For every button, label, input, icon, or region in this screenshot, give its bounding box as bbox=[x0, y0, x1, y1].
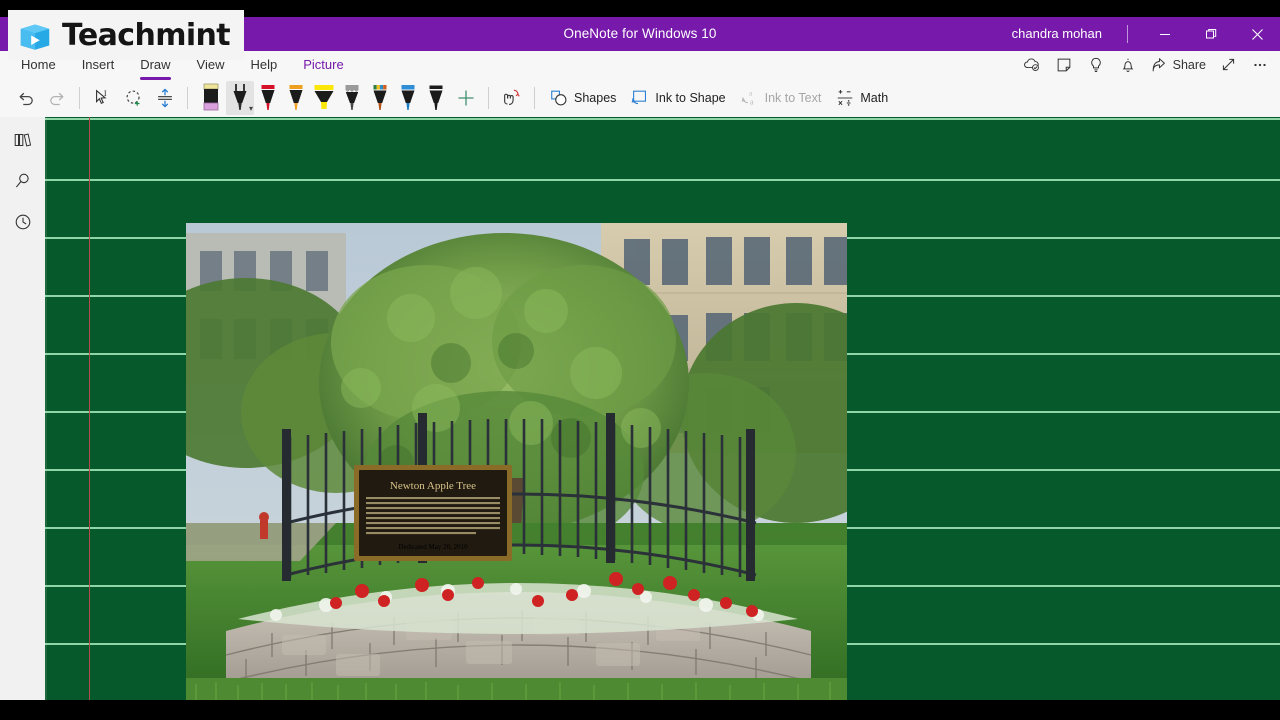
pen-icon bbox=[373, 84, 387, 110]
eraser-tool[interactable] bbox=[195, 81, 226, 115]
sticky-note-icon bbox=[1057, 58, 1070, 71]
account-name[interactable]: chandra mohan bbox=[1012, 17, 1102, 51]
teachmint-branding: Teachmint bbox=[8, 10, 244, 60]
ink-to-text-icon: a a bbox=[741, 90, 754, 106]
pencil-icon bbox=[345, 84, 359, 110]
ink-to-shape-label: Ink to Shape bbox=[655, 90, 726, 105]
tell-me-button[interactable] bbox=[1080, 51, 1112, 78]
redo-icon bbox=[49, 92, 63, 105]
sync-status-button[interactable] bbox=[1016, 51, 1048, 78]
toolbar-divider-2 bbox=[187, 86, 188, 109]
redo-button[interactable] bbox=[41, 81, 72, 115]
add-pen-button[interactable] bbox=[450, 81, 481, 115]
insert-space-button[interactable] bbox=[149, 81, 180, 115]
pen-icon bbox=[429, 85, 443, 110]
lasso-select-button[interactable] bbox=[118, 81, 149, 115]
search-icon bbox=[15, 173, 29, 187]
ink-to-shape-icon bbox=[632, 90, 647, 104]
sidebar-item-notebooks[interactable] bbox=[0, 119, 45, 160]
pen-icon bbox=[261, 84, 275, 110]
maximize-button[interactable] bbox=[1188, 17, 1234, 51]
expand-arrow-icon bbox=[1222, 58, 1234, 71]
ink-to-text-button[interactable]: a a Ink to Text bbox=[733, 81, 829, 115]
close-icon bbox=[1251, 28, 1263, 40]
pen-red[interactable] bbox=[254, 81, 282, 115]
sidebar-item-recent[interactable] bbox=[0, 201, 45, 242]
full-page-view-button[interactable] bbox=[1212, 51, 1244, 78]
pen-selected-black[interactable]: ▾ bbox=[226, 80, 254, 115]
restore-icon bbox=[1206, 29, 1217, 39]
sticky-notes-button[interactable] bbox=[1048, 51, 1080, 78]
plaque-title: Newton Apple Tree bbox=[390, 480, 476, 492]
math-label: Math bbox=[860, 90, 889, 105]
ink-to-shape-button[interactable]: Ink to Shape bbox=[623, 81, 732, 115]
tab-picture[interactable]: Picture bbox=[290, 51, 356, 78]
newton-apple-tree-photo[interactable]: Newton Apple Tree Dedicated May 20, 2010 bbox=[186, 223, 847, 700]
minimize-button[interactable] bbox=[1142, 17, 1188, 51]
svg-text:a: a bbox=[749, 90, 752, 97]
pen-icon bbox=[401, 84, 415, 110]
photo-artwork: Newton Apple Tree Dedicated May 20, 2010 bbox=[186, 223, 847, 700]
pen-rainbow[interactable] bbox=[366, 81, 394, 115]
sidebar-item-search[interactable] bbox=[0, 160, 45, 201]
ribbon: Home Insert Draw View Help Picture Share… bbox=[0, 51, 1280, 117]
insert-space-icon bbox=[157, 88, 172, 107]
notebooks-icon bbox=[14, 133, 31, 146]
ribbon-right-actions: Share bbox=[1016, 51, 1276, 78]
ink-to-text-label: Ink to Text bbox=[764, 90, 822, 105]
note-page-canvas[interactable]: Newton Apple Tree Dedicated May 20, 2010 bbox=[45, 117, 1280, 700]
undo-icon bbox=[19, 92, 33, 105]
app-window: OneNote for Windows 10 chandra mohan Tea… bbox=[0, 0, 1280, 720]
lightbulb-icon bbox=[1090, 57, 1101, 72]
shapes-icon bbox=[551, 90, 567, 105]
shapes-button[interactable]: Shapes bbox=[542, 81, 623, 115]
more-options-icon bbox=[1254, 63, 1266, 66]
letterbox-bottom bbox=[0, 700, 1280, 720]
title-divider bbox=[1127, 25, 1128, 43]
math-button[interactable]: Math bbox=[828, 81, 895, 115]
toolbar-divider-3 bbox=[488, 86, 489, 109]
eraser-icon bbox=[203, 83, 218, 110]
toolbar-divider-4 bbox=[534, 86, 535, 109]
share-label: Share bbox=[1172, 57, 1206, 72]
pen-black[interactable] bbox=[422, 81, 450, 115]
tab-help[interactable]: Help bbox=[238, 51, 291, 78]
math-icon bbox=[838, 89, 853, 106]
lasso-select-icon bbox=[126, 90, 140, 106]
chevron-down-icon[interactable]: ▾ bbox=[249, 104, 253, 113]
ink-replay-icon bbox=[503, 89, 520, 105]
plus-icon bbox=[458, 90, 473, 105]
highlighter-icon bbox=[314, 84, 334, 109]
share-button[interactable]: Share bbox=[1144, 51, 1212, 78]
share-icon bbox=[1152, 57, 1165, 71]
margin-line bbox=[89, 117, 90, 700]
svg-text:a: a bbox=[750, 97, 754, 106]
navigation-rail bbox=[0, 117, 45, 700]
pencil-grey[interactable] bbox=[338, 81, 366, 115]
select-objects-button[interactable]: I bbox=[87, 81, 118, 115]
shapes-label: Shapes bbox=[574, 90, 617, 105]
toolbar-divider bbox=[79, 86, 80, 109]
pen-blue[interactable] bbox=[394, 81, 422, 115]
plaque-footer: Dedicated May 20, 2010 bbox=[398, 543, 468, 551]
close-button[interactable] bbox=[1234, 17, 1280, 51]
clock-icon bbox=[15, 214, 30, 229]
more-options-button[interactable] bbox=[1244, 51, 1276, 78]
brand-name: Teachmint bbox=[62, 17, 231, 53]
select-cursor-icon: I bbox=[95, 89, 106, 104]
open-book-play-icon bbox=[16, 16, 54, 54]
pen-icon bbox=[289, 84, 303, 110]
bell-icon bbox=[1122, 58, 1133, 72]
highlighter-yellow[interactable] bbox=[310, 81, 338, 115]
pen-orange[interactable] bbox=[282, 81, 310, 115]
cloud-sync-icon bbox=[1024, 58, 1040, 72]
ink-replay-button[interactable] bbox=[496, 81, 527, 115]
minimize-icon bbox=[1160, 34, 1170, 35]
notifications-button[interactable] bbox=[1112, 51, 1144, 78]
undo-button[interactable] bbox=[10, 81, 41, 115]
svg-text:I: I bbox=[103, 89, 106, 98]
draw-toolbar: I ▾ Shapes Ink to Shape a a Ink to Text … bbox=[0, 78, 1280, 117]
